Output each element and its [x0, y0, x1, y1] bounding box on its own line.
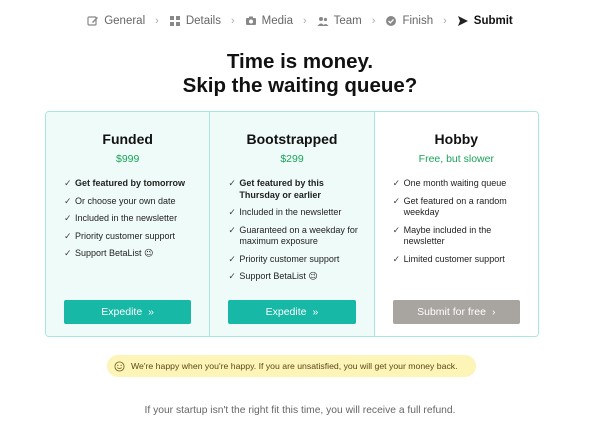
banner-text: We're happy when you're happy. If you ar… [131, 361, 458, 371]
feature-item: ✓ Get featured by this Thursday or earlie… [228, 178, 361, 201]
step-finish[interactable]: Finish [383, 15, 435, 27]
pricing-plans: Funded $999 ✓ Get featured by tomorrow ✓ O… [45, 111, 539, 337]
feature-text: Included in the newsletter [239, 207, 342, 217]
step-label: Submit [473, 15, 513, 27]
plan-funded: Funded $999 ✓ Get featured by tomorrow ✓ O… [46, 112, 210, 336]
step-general[interactable]: General [85, 15, 147, 27]
plan-price: Free, but slower [418, 153, 494, 165]
grid-icon [169, 16, 180, 26]
feature-text: One month waiting queue [403, 178, 507, 188]
step-label: Team [333, 15, 362, 27]
checkmark-icon: ✓ [392, 195, 401, 206]
plan-price: $999 [115, 153, 140, 165]
button-label: Expedite [265, 306, 307, 318]
step-team[interactable]: Team [315, 15, 364, 27]
expedite-button[interactable]: Expedite » [228, 300, 356, 324]
chevron-right-icon: › [443, 15, 447, 27]
feature-text: Limited customer support [403, 253, 505, 264]
feature-text: Included in the newsletter [75, 213, 178, 223]
feature-item: ✓ Limited customer support [393, 254, 526, 266]
chevron-right-icon: › [371, 15, 376, 27]
feature-text: Get featured by tomorrow [75, 178, 186, 188]
smiley-icon [114, 360, 125, 372]
users-icon [317, 17, 329, 26]
checkmark-icon: ✓ [228, 224, 236, 235]
checkmark-icon: ✓ [64, 178, 72, 188]
refund-note: If your startup isn't the right fit this… [144, 405, 456, 416]
plan-title: Hobby [434, 131, 479, 147]
feature-list: ✓ One month waiting queue ✓ Get featured o… [393, 178, 526, 271]
feature-item: ✓ Guaranteed on a weekday for maximum exp… [228, 225, 361, 248]
feature-text: Get featured on a random weekday [403, 195, 507, 218]
double-chevron-right-icon: » [148, 306, 155, 318]
feature-item: ✓ Priority customer support [228, 254, 361, 266]
camera-icon [245, 16, 256, 25]
step-details[interactable]: Details [167, 15, 223, 27]
feature-item: ✓ Get featured by tomorrow [64, 178, 197, 190]
checkmark-icon: ✓ [64, 248, 72, 258]
chevron-right-icon: › [230, 15, 235, 27]
plan-hobby: Hobby Free, but slower ✓ One month waitin… [373, 112, 538, 336]
feature-text: Support BetaList 😉 [75, 248, 154, 258]
feature-item: ✓ Get featured on a random weekday [393, 196, 526, 219]
feature-text: Guaranteed on a weekday for maximum expo… [239, 224, 358, 247]
checkmark-icon: ✓ [392, 253, 401, 264]
page-title: Time is money. Skip the waiting queue? [0, 50, 600, 98]
expedite-button[interactable]: Expedite » [64, 300, 192, 324]
feature-text: Support BetaList 😉 [239, 271, 318, 281]
checkmark-icon: ✓ [64, 230, 72, 241]
plan-title: Bootstrapped [246, 131, 338, 147]
checkmark-icon: ✓ [228, 207, 236, 217]
feature-item: ✓ Priority customer support [64, 231, 197, 243]
feature-item: ✓ Or choose your own date [64, 196, 197, 208]
checkmark-icon: ✓ [392, 224, 401, 235]
edit-icon [87, 16, 99, 26]
feature-item: ✓ Support BetaList 😉 [228, 271, 361, 283]
checkmark-icon: ✓ [228, 271, 236, 281]
step-label: Finish [402, 15, 434, 27]
feature-text: Priority customer support [75, 230, 176, 241]
step-label: Media [261, 15, 293, 27]
chevron-right-icon: › [302, 15, 307, 27]
check-circle-icon [386, 16, 397, 26]
feature-text: Get featured by this Thursday or earlier [239, 178, 324, 200]
feature-text: Or choose your own date [75, 195, 176, 206]
feature-text: Maybe included in the newsletter [403, 224, 492, 247]
feature-item: ✓ Included in the newsletter [64, 213, 197, 225]
checkmark-icon: ✓ [64, 213, 72, 223]
headline-line-2: Skip the waiting queue? [182, 74, 418, 97]
step-submit[interactable]: Submit [455, 15, 515, 27]
button-label: Submit for free [417, 306, 486, 318]
checkmark-icon: ✓ [228, 178, 236, 188]
chevron-right-icon: › [155, 15, 159, 27]
plan-title: Funded [102, 131, 153, 147]
checkmark-icon: ✓ [392, 178, 401, 188]
feature-item: ✓ Included in the newsletter [228, 207, 361, 219]
plan-price: $299 [280, 153, 304, 165]
feature-text: Priority customer support [239, 253, 340, 264]
checkmark-icon: ✓ [64, 195, 72, 206]
submit-for-free-button[interactable]: Submit for free › [392, 300, 520, 324]
feature-item: ✓ Maybe included in the newsletter [393, 225, 526, 248]
send-icon [457, 16, 468, 26]
button-label: Expedite [101, 306, 143, 318]
headline-line-1: Time is money. [226, 50, 374, 73]
feature-item: ✓ One month waiting queue [393, 178, 526, 190]
double-chevron-right-icon: » [312, 306, 319, 318]
feature-list: ✓ Get featured by this Thursday or earlie… [228, 178, 361, 289]
chevron-right-icon: › [492, 306, 496, 318]
wizard-stepper: General › Details › Media › Team › Finis… [0, 15, 600, 27]
checkmark-icon: ✓ [228, 253, 236, 264]
step-label: General [104, 15, 146, 27]
step-media[interactable]: Media [243, 15, 295, 27]
money-back-banner: We're happy when you're happy. If you ar… [107, 355, 476, 377]
feature-item: ✓ Support BetaList 😉 [64, 248, 197, 260]
step-label: Details [185, 15, 221, 27]
feature-list: ✓ Get featured by tomorrow ✓ Or choose you… [64, 178, 197, 266]
plan-bootstrapped: Bootstrapped $299 ✓ Get featured by this … [209, 112, 374, 336]
